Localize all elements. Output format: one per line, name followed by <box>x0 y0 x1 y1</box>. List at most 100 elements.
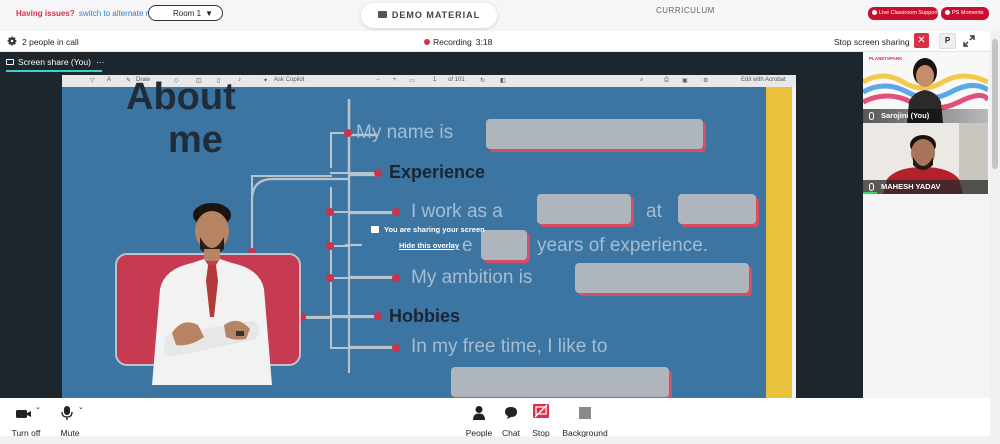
hobby-blank <box>451 367 669 397</box>
room-select-value: Room 1 <box>173 9 202 18</box>
bullet-dot <box>392 208 400 216</box>
heading-experience: Experience <box>389 162 486 182</box>
screen-share-stage: Screen share (You) ··· ▽ A ✎ Draw ◇ ◫ ▯ ♪… <box>0 52 863 398</box>
recording-indicator: Recording 3:18 <box>424 37 492 47</box>
pdf-scrollbar[interactable] <box>792 87 796 398</box>
stop-sharing-control[interactable]: Stop <box>528 404 554 438</box>
participant-tile-mahesh[interactable]: MAHESH YADAV <box>863 123 988 194</box>
camera-icon <box>945 10 950 15</box>
ambition-blank <box>575 263 749 293</box>
chat-icon <box>505 407 517 419</box>
name-blank <box>486 119 703 149</box>
live-support-button[interactable]: Live Classroom Support <box>868 7 938 20</box>
chevron-down-icon[interactable]: ⌄ <box>35 403 41 411</box>
horizontal-scrollbar[interactable] <box>0 437 1000 444</box>
moments-button[interactable]: PS Moments <box>941 7 989 20</box>
connector-work <box>330 211 394 213</box>
line-at: at <box>646 201 662 222</box>
line-years: years of experience. <box>537 235 709 256</box>
background-icon <box>579 407 591 419</box>
years-blank <box>481 230 527 260</box>
curriculum-tab[interactable]: CURRICULUM <box>656 6 715 15</box>
sharing-overlay-message: You are sharing your screen <box>371 225 485 234</box>
bullet-dot <box>374 312 382 320</box>
room-select[interactable]: Room 1 ▼ <box>148 5 223 21</box>
people-icon <box>473 406 485 420</box>
participant-name-mahesh: MAHESH YADAV <box>863 180 988 194</box>
fullscreen-icon[interactable] <box>962 34 976 48</box>
connector-free <box>330 347 394 349</box>
connector-ambition <box>330 277 394 279</box>
line-my-name: My name is <box>356 122 454 143</box>
support-icon <box>872 10 877 15</box>
monitor-icon <box>6 59 14 65</box>
people-button[interactable]: People <box>463 404 495 438</box>
line-work-as: I work as a <box>411 201 503 222</box>
connector-spacer <box>341 132 343 342</box>
participant-tile-self[interactable]: PLANETSPARK Sarojini (You) <box>863 52 988 123</box>
screen-share-icon <box>371 226 379 233</box>
bullet-dot <box>392 274 400 282</box>
speaking-indicator <box>863 192 877 194</box>
chevron-down-icon[interactable]: ⌄ <box>78 403 84 411</box>
bullet-dot <box>374 169 382 177</box>
line-ambition: My ambition is <box>411 267 533 288</box>
demo-material-button[interactable]: DEMO MATERIAL <box>361 3 497 28</box>
recording-label: Recording <box>433 37 472 47</box>
page-scrollbar-thumb[interactable] <box>992 39 998 169</box>
top-strip: Having issues? switch to alternate room … <box>0 0 1000 30</box>
connector-experience <box>330 172 378 174</box>
profile-photo <box>152 203 272 385</box>
screen-share-tab[interactable]: Screen share (You) ··· <box>6 57 104 67</box>
line-free-time: In my free time, I like to <box>411 336 608 357</box>
hide-overlay-link[interactable]: Hide this overlay <box>399 241 459 250</box>
folder-icon <box>377 11 387 18</box>
company-blank <box>678 194 756 224</box>
connector-name <box>330 132 332 168</box>
microphone-icon <box>61 406 73 420</box>
chat-button[interactable]: Chat <box>498 404 524 438</box>
moments-label: PS Moments <box>952 10 984 16</box>
job-blank <box>537 194 631 224</box>
slide-title-line2: me <box>168 119 223 161</box>
caret-down-icon: ▼ <box>205 9 213 18</box>
more-options-icon[interactable]: ··· <box>96 57 105 67</box>
active-tab-underline <box>6 70 102 72</box>
turn-off-camera-button[interactable]: ⌄ Turn off <box>8 404 44 438</box>
pdf-side-panel <box>766 87 792 398</box>
call-header: 2 people in call Recording 3:18 Stop scre… <box>0 31 990 52</box>
pin-button[interactable]: P <box>939 33 956 49</box>
sharing-overlay-text: You are sharing your screen <box>384 225 485 234</box>
recording-time: 3:18 <box>475 37 493 47</box>
mute-button[interactable]: ⌄ Mute <box>52 404 88 438</box>
demo-material-label: DEMO MATERIAL <box>391 10 481 20</box>
connector-free-v <box>330 335 332 347</box>
participant-name-self: Sarojini (You) <box>863 109 988 123</box>
call-controls-bar: ⌄ Turn off ⌄ Mute People Chat Stop Backg… <box>0 398 990 438</box>
bullet-dot <box>392 344 400 352</box>
mic-icon <box>869 183 874 191</box>
background-button[interactable]: Background <box>560 404 610 438</box>
screen-share-tab-label: Screen share (You) <box>18 57 91 67</box>
bullet-dot <box>344 129 352 137</box>
issues-label: Having issues? <box>16 9 75 18</box>
bullet-dot <box>326 242 334 250</box>
heading-hobbies: Hobbies <box>389 306 461 326</box>
bullet-dot <box>326 274 334 282</box>
page-scrollbar[interactable] <box>990 31 1000 441</box>
slide-title-line1: About <box>126 76 236 118</box>
gear-icon[interactable] <box>6 35 18 47</box>
connector-photo-bottom <box>302 317 332 319</box>
shared-screen: ▽ A ✎ Draw ◇ ◫ ▯ ♪ ✦ Ask Copilot − + ▭ 1… <box>62 75 796 398</box>
connector-horizontal-top <box>251 175 332 177</box>
line-have: e <box>462 235 473 256</box>
camera-icon <box>16 410 31 418</box>
stop-share-icon <box>533 404 549 418</box>
bullet-dot <box>326 208 334 216</box>
mic-icon <box>869 112 874 120</box>
issues-notice: Having issues? switch to alternate room <box>16 9 164 18</box>
stop-screen-sharing-label: Stop screen sharing <box>834 37 910 47</box>
planetspark-logo: PLANETSPARK <box>869 56 903 61</box>
stop-sharing-button[interactable]: ✕ <box>914 33 929 48</box>
connector-hobbies <box>330 315 378 317</box>
